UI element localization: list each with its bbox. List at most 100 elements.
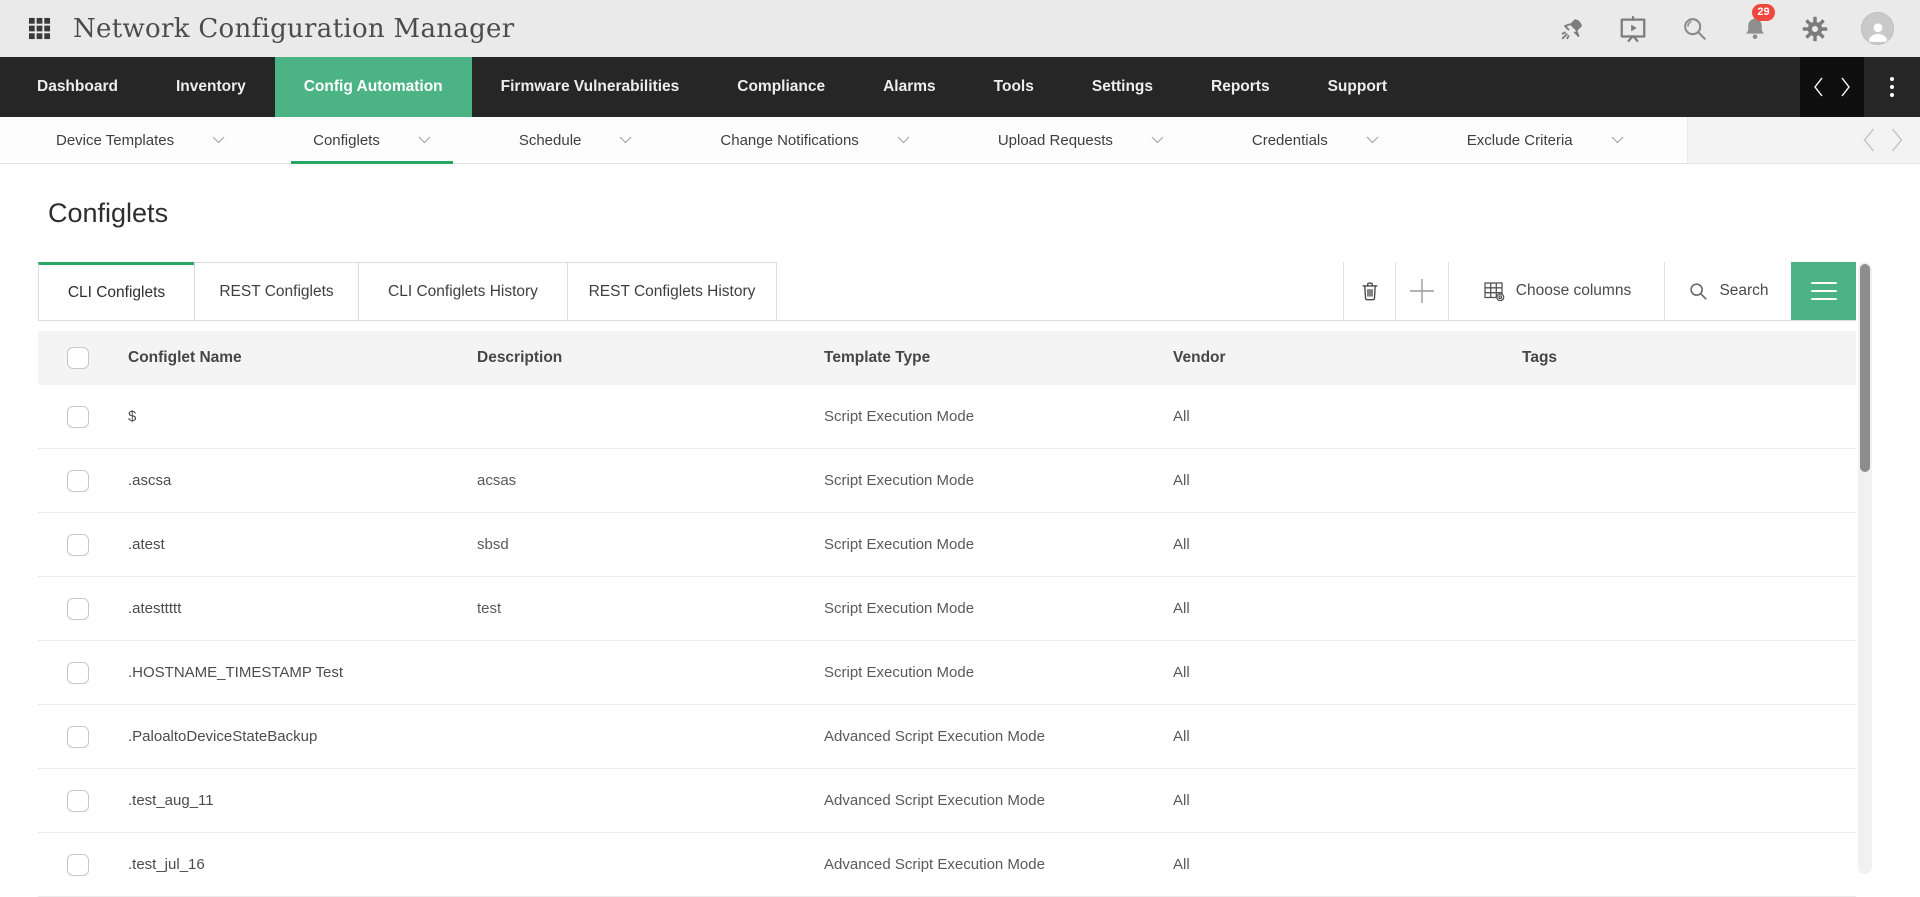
chevron-down-icon <box>418 136 431 144</box>
nav-item-reports[interactable]: Reports <box>1182 57 1299 117</box>
choose-columns-label: Choose columns <box>1516 282 1631 300</box>
nav-item-alarms[interactable]: Alarms <box>854 57 965 117</box>
subnav-scroll-panel <box>1687 117 1920 163</box>
cell-configlet-name: .atesttttt <box>104 600 453 617</box>
vertical-scrollbar-track[interactable] <box>1858 262 1872 874</box>
notifications-bell-icon[interactable]: 29 <box>1741 15 1769 43</box>
list-view-menu-button[interactable] <box>1791 262 1856 320</box>
chevron-right-icon[interactable] <box>1890 127 1904 153</box>
chevron-down-icon <box>897 136 910 144</box>
cell-template-type: Advanced Script Execution Mode <box>800 792 1149 809</box>
page-title: Configlets <box>48 198 168 229</box>
row-checkbox[interactable] <box>67 662 89 684</box>
row-checkbox[interactable] <box>67 470 89 492</box>
tab-rest-configlets[interactable]: REST Configlets <box>194 262 358 320</box>
add-configlet-button[interactable] <box>1395 262 1448 320</box>
subnav-label: Exclude Criteria <box>1467 132 1573 149</box>
table-search-button[interactable]: Search <box>1664 262 1791 320</box>
person-icon <box>1865 18 1891 44</box>
tab-cli-configlets-history[interactable]: CLI Configlets History <box>358 262 567 320</box>
notification-badge: 29 <box>1752 4 1775 21</box>
subnav-label: Device Templates <box>56 132 174 149</box>
cell-configlet-name: .test_aug_11 <box>104 792 453 809</box>
column-header-vendor[interactable]: Vendor <box>1149 349 1498 367</box>
table-row[interactable]: $ Script Execution Mode All <box>38 385 1856 449</box>
demo-presentation-icon[interactable] <box>1618 14 1648 44</box>
table-row[interactable]: .atest sbsd Script Execution Mode All <box>38 513 1856 577</box>
search-icon <box>1687 280 1709 302</box>
row-checkbox[interactable] <box>67 534 89 556</box>
column-header-tags[interactable]: Tags <box>1498 349 1856 367</box>
cell-configlet-name: .test_jul_16 <box>104 856 453 873</box>
rocket-icon[interactable] <box>1558 15 1586 43</box>
cell-description: acsas <box>453 472 800 489</box>
nav-item-dashboard[interactable]: Dashboard <box>8 57 147 117</box>
select-all-checkbox[interactable] <box>67 347 89 369</box>
subnav-item-upload-requests[interactable]: Upload Requests <box>954 117 1208 163</box>
subnav-item-configlets[interactable]: Configlets <box>269 117 475 163</box>
cell-vendor: All <box>1149 792 1498 809</box>
config-automation-subnav: Device Templates Configlets Schedule Cha… <box>0 117 1920 164</box>
table-row[interactable]: .atesttttt test Script Execution Mode Al… <box>38 577 1856 641</box>
column-header-template-type[interactable]: Template Type <box>800 349 1149 367</box>
chevron-down-icon <box>212 136 225 144</box>
row-checkbox[interactable] <box>67 406 89 428</box>
nav-item-inventory[interactable]: Inventory <box>147 57 275 117</box>
user-avatar[interactable] <box>1861 12 1894 45</box>
chevron-left-icon[interactable] <box>1813 77 1824 97</box>
cell-vendor: All <box>1149 856 1498 873</box>
table-row[interactable]: .ascsa acsas Script Execution Mode All <box>38 449 1856 513</box>
apps-grid-icon[interactable] <box>28 17 51 40</box>
search-label: Search <box>1719 282 1768 300</box>
table-row[interactable]: .test_jul_16 Advanced Script Execution M… <box>38 833 1856 897</box>
delete-button[interactable] <box>1343 262 1395 320</box>
column-header-configlet-name[interactable]: Configlet Name <box>104 349 453 367</box>
tab-cli-configlets[interactable]: CLI Configlets <box>38 262 194 320</box>
nav-overflow-kebab-icon[interactable] <box>1864 57 1920 117</box>
cell-vendor: All <box>1149 728 1498 745</box>
chevron-down-icon <box>619 136 632 144</box>
table-row[interactable]: .test_aug_11 Advanced Script Execution M… <box>38 769 1856 833</box>
cell-template-type: Advanced Script Execution Mode <box>800 728 1149 745</box>
chevron-left-icon[interactable] <box>1862 127 1876 153</box>
tab-rest-configlets-history[interactable]: REST Configlets History <box>567 262 777 320</box>
main-navigation: Dashboard Inventory Config Automation Fi… <box>0 57 1920 117</box>
row-checkbox[interactable] <box>67 790 89 812</box>
chevron-right-icon[interactable] <box>1840 77 1851 97</box>
subnav-item-credentials[interactable]: Credentials <box>1208 117 1423 163</box>
subnav-item-schedule[interactable]: Schedule <box>475 117 677 163</box>
subnav-item-change-notifications[interactable]: Change Notifications <box>676 117 953 163</box>
cell-template-type: Script Execution Mode <box>800 664 1149 681</box>
toolbar-spacer <box>777 262 1343 320</box>
plus-icon <box>1407 276 1437 306</box>
nav-item-tools[interactable]: Tools <box>965 57 1063 117</box>
nav-item-firmware-vulnerabilities[interactable]: Firmware Vulnerabilities <box>472 57 709 117</box>
cell-vendor: All <box>1149 600 1498 617</box>
row-checkbox[interactable] <box>67 598 89 620</box>
nav-item-support[interactable]: Support <box>1299 57 1416 117</box>
subnav-label: Upload Requests <box>998 132 1113 149</box>
table-row[interactable]: .HOSTNAME_TIMESTAMP Test Script Executio… <box>38 641 1856 705</box>
row-checkbox[interactable] <box>67 726 89 748</box>
subnav-item-device-templates[interactable]: Device Templates <box>12 117 269 163</box>
chevron-down-icon <box>1611 136 1624 144</box>
hamburger-icon <box>1811 282 1837 284</box>
nav-scroll-arrows <box>1800 57 1864 117</box>
choose-columns-button[interactable]: Choose columns <box>1448 262 1664 320</box>
vertical-scrollbar-thumb[interactable] <box>1860 264 1870 472</box>
column-header-description[interactable]: Description <box>453 349 800 367</box>
search-icon[interactable] <box>1680 14 1709 43</box>
nav-item-config-automation[interactable]: Config Automation <box>275 57 472 117</box>
nav-item-settings[interactable]: Settings <box>1063 57 1182 117</box>
gear-icon[interactable] <box>1801 15 1829 43</box>
choose-columns-grid-icon <box>1482 279 1506 303</box>
subnav-item-exclude-criteria[interactable]: Exclude Criteria <box>1423 117 1668 163</box>
configlets-table: Configlet Name Description Template Type… <box>38 320 1856 897</box>
nav-item-compliance[interactable]: Compliance <box>708 57 854 117</box>
cell-vendor: All <box>1149 408 1498 425</box>
subnav-label: Configlets <box>313 132 380 149</box>
table-row[interactable]: .PaloaltoDeviceStateBackup Advanced Scri… <box>38 705 1856 769</box>
cell-configlet-name: $ <box>104 408 453 425</box>
row-checkbox[interactable] <box>67 854 89 876</box>
subnav-label: Change Notifications <box>720 132 858 149</box>
